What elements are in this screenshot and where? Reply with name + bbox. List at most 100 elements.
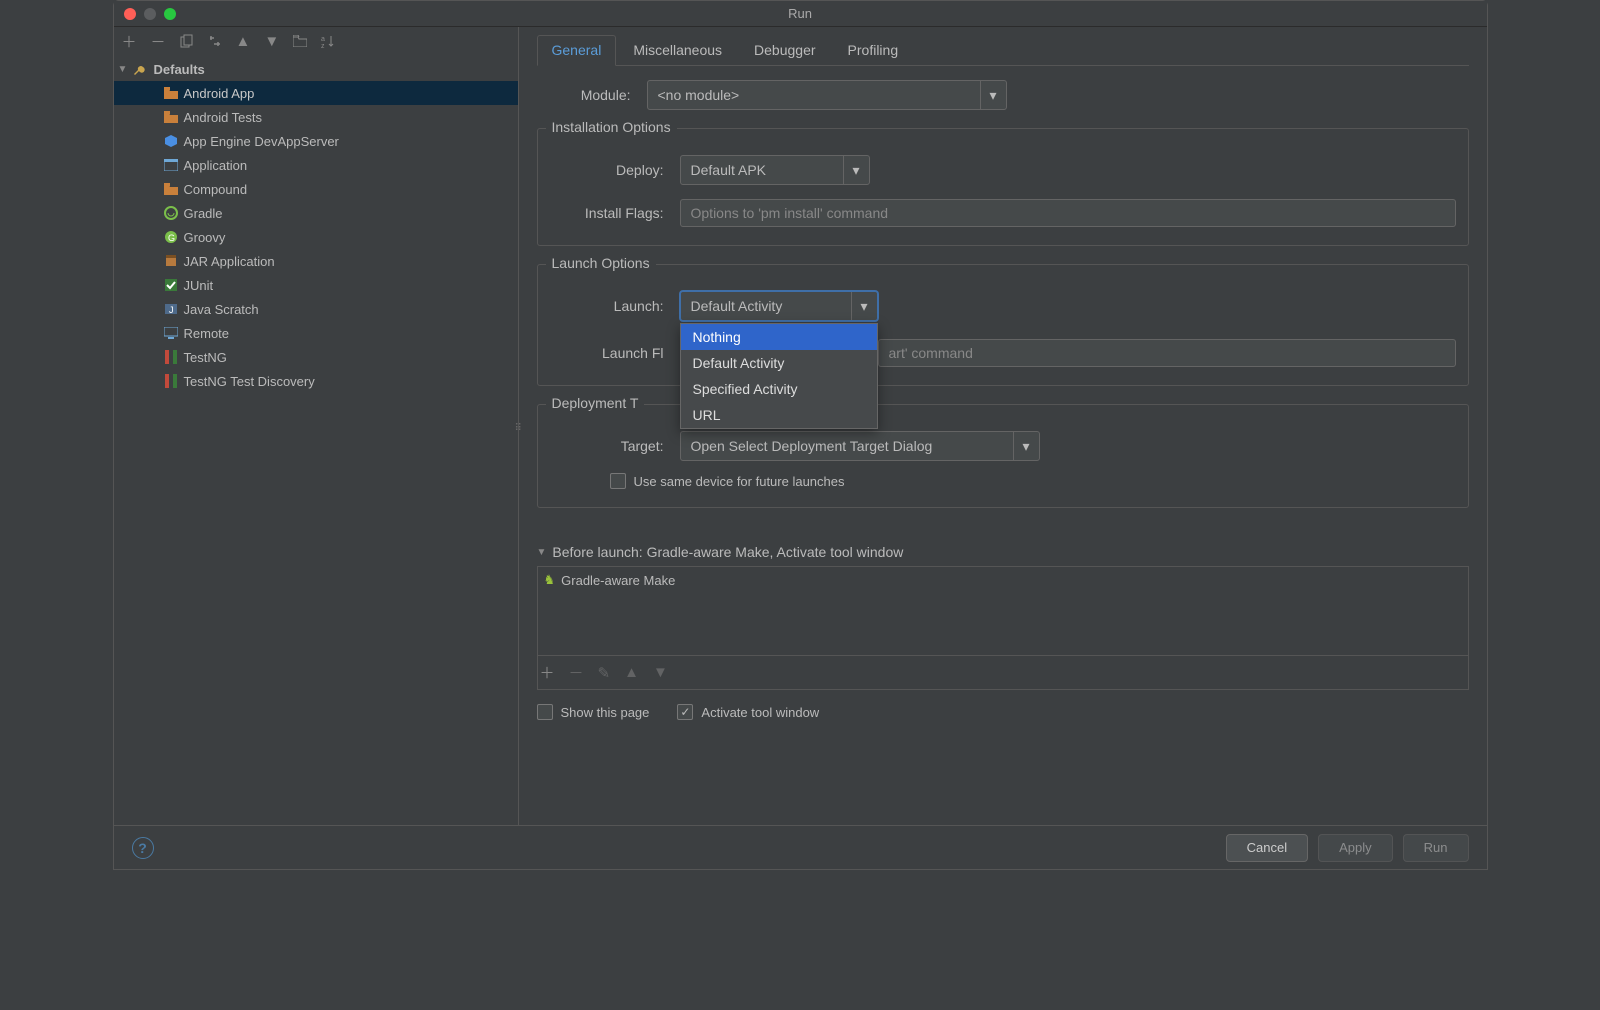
- junit-icon: [162, 278, 180, 292]
- install-flags-input[interactable]: [680, 199, 1456, 227]
- jar-icon: [162, 254, 180, 268]
- tree-item-jar-application[interactable]: JAR Application: [114, 249, 518, 273]
- minimize-window-icon: [144, 8, 156, 20]
- tab-general[interactable]: General: [537, 35, 617, 66]
- wrench-icon: [132, 62, 150, 76]
- help-icon[interactable]: ?: [132, 837, 154, 859]
- module-select[interactable]: <no module> ▾: [647, 80, 1007, 110]
- launch-flags-label: Launch Fl: [550, 345, 680, 361]
- tab-bar: General Miscellaneous Debugger Profiling: [537, 35, 1469, 66]
- chevron-down-icon: ▾: [980, 81, 1006, 109]
- config-tree-sidebar: ＋ － ▲ ▼ az ▼ Defaults Android App Android…: [114, 27, 519, 825]
- collapse-arrow-icon[interactable]: ▼: [537, 547, 547, 558]
- tree-item-label: Application: [184, 158, 248, 173]
- move-task-down-icon: ▼: [653, 662, 668, 683]
- dialog-footer: ? Cancel Apply Run: [114, 825, 1487, 869]
- tab-debugger[interactable]: Debugger: [739, 35, 831, 65]
- svg-text:z: z: [321, 43, 325, 48]
- launch-select[interactable]: Default Activity ▾: [680, 291, 878, 321]
- tree-item-app-engine-devappserver[interactable]: App Engine DevAppServer: [114, 129, 518, 153]
- tree-item-label: Java Scratch: [184, 302, 259, 317]
- cancel-button[interactable]: Cancel: [1226, 834, 1308, 862]
- app-icon: [162, 159, 180, 171]
- launch-option-default-activity[interactable]: Default Activity: [681, 350, 877, 376]
- tree-item-compound[interactable]: Compound: [114, 177, 518, 201]
- sort-alpha-icon[interactable]: az: [321, 34, 335, 48]
- task-row[interactable]: ♞ Gradle-aware Make: [538, 567, 1468, 593]
- tree-root-defaults[interactable]: ▼ Defaults: [114, 57, 518, 81]
- remove-config-icon[interactable]: －: [151, 31, 166, 52]
- before-launch-section: ▼ Before launch: Gradle-aware Make, Acti…: [537, 544, 1469, 720]
- tree-item-java-scratch[interactable]: J Java Scratch: [114, 297, 518, 321]
- svg-text:a: a: [321, 36, 325, 43]
- launch-option-specified-activity[interactable]: Specified Activity: [681, 376, 877, 402]
- show-page-checkbox[interactable]: [537, 704, 553, 720]
- close-window-icon[interactable]: [124, 8, 136, 20]
- tree-item-junit[interactable]: JUnit: [114, 273, 518, 297]
- tab-miscellaneous[interactable]: Miscellaneous: [618, 35, 737, 65]
- copy-config-icon[interactable]: [180, 34, 194, 48]
- target-label: Target:: [550, 438, 680, 454]
- splitter-handle[interactable]: ⠿: [515, 426, 522, 431]
- svg-text:G: G: [168, 233, 175, 243]
- testng-icon: [162, 350, 180, 364]
- installation-legend: Installation Options: [546, 119, 677, 135]
- apply-button: Apply: [1318, 834, 1393, 862]
- launch-flags-input[interactable]: [878, 339, 1456, 367]
- run-configurations-dialog: Run ＋ － ▲ ▼ az ▼ Defaults Android App And…: [113, 0, 1488, 870]
- deployment-target-group: Deployment T Target: Open Select Deploym…: [537, 404, 1469, 508]
- deploy-label: Deploy:: [550, 162, 680, 178]
- deployment-legend: Deployment T: [546, 395, 645, 411]
- titlebar: Run: [114, 1, 1487, 27]
- zoom-window-icon[interactable]: [164, 8, 176, 20]
- tree-item-android-tests[interactable]: Android Tests: [114, 105, 518, 129]
- show-page-label: Show this page: [561, 705, 650, 720]
- window-title: Run: [788, 6, 812, 21]
- activate-window-label: Activate tool window: [701, 705, 819, 720]
- before-launch-task-list[interactable]: ♞ Gradle-aware Make: [537, 566, 1469, 656]
- remove-task-icon: －: [569, 662, 584, 683]
- launch-option-url[interactable]: URL: [681, 402, 877, 428]
- same-device-checkbox[interactable]: [610, 473, 626, 489]
- launch-label: Launch:: [550, 298, 680, 314]
- tree-item-label: JUnit: [184, 278, 214, 293]
- tree-item-label: Remote: [184, 326, 230, 341]
- folder-icon[interactable]: [293, 35, 307, 47]
- target-select[interactable]: Open Select Deployment Target Dialog ▾: [680, 431, 1040, 461]
- before-launch-header: Before launch: Gradle-aware Make, Activa…: [552, 544, 903, 560]
- chevron-down-icon: ▾: [843, 156, 869, 184]
- deploy-select[interactable]: Default APK ▾: [680, 155, 870, 185]
- groovy-icon: G: [162, 230, 180, 244]
- testng-icon: [162, 374, 180, 388]
- tree-item-remote[interactable]: Remote: [114, 321, 518, 345]
- tree-item-testng[interactable]: TestNG: [114, 345, 518, 369]
- add-config-icon[interactable]: ＋: [122, 31, 137, 52]
- tree-item-label: Groovy: [184, 230, 226, 245]
- tree-item-label: Compound: [184, 182, 248, 197]
- tree-item-android-app[interactable]: Android App: [114, 81, 518, 105]
- activate-window-checkbox[interactable]: [677, 704, 693, 720]
- android-icon: ♞: [544, 572, 556, 588]
- config-editor: ⠿ General Miscellaneous Debugger Profili…: [519, 27, 1487, 825]
- tree-item-label: App Engine DevAppServer: [184, 134, 339, 149]
- move-down-icon[interactable]: ▼: [264, 33, 279, 50]
- tree-item-label: TestNG Test Discovery: [184, 374, 315, 389]
- config-tree[interactable]: ▼ Defaults Android App Android Tests App E…: [114, 55, 518, 825]
- launch-option-nothing[interactable]: Nothing: [681, 324, 877, 350]
- tree-item-testng-test-discovery[interactable]: TestNG Test Discovery: [114, 369, 518, 393]
- gradle-icon: [162, 206, 180, 220]
- tree-item-application[interactable]: Application: [114, 153, 518, 177]
- folder-orange-icon: [162, 183, 180, 195]
- expand-arrow-icon[interactable]: ▼: [118, 64, 132, 75]
- add-task-icon[interactable]: ＋: [540, 662, 555, 683]
- folder-orange-icon: [162, 87, 180, 99]
- settings-icon[interactable]: [208, 34, 222, 48]
- tab-profiling[interactable]: Profiling: [833, 35, 914, 65]
- tree-item-groovy[interactable]: G Groovy: [114, 225, 518, 249]
- java-icon: J: [162, 302, 180, 316]
- window-controls: [114, 8, 176, 20]
- sidebar-toolbar: ＋ － ▲ ▼ az: [114, 27, 518, 55]
- tree-item-gradle[interactable]: Gradle: [114, 201, 518, 225]
- tree-item-label: Android Tests: [184, 110, 263, 125]
- move-up-icon[interactable]: ▲: [236, 33, 251, 50]
